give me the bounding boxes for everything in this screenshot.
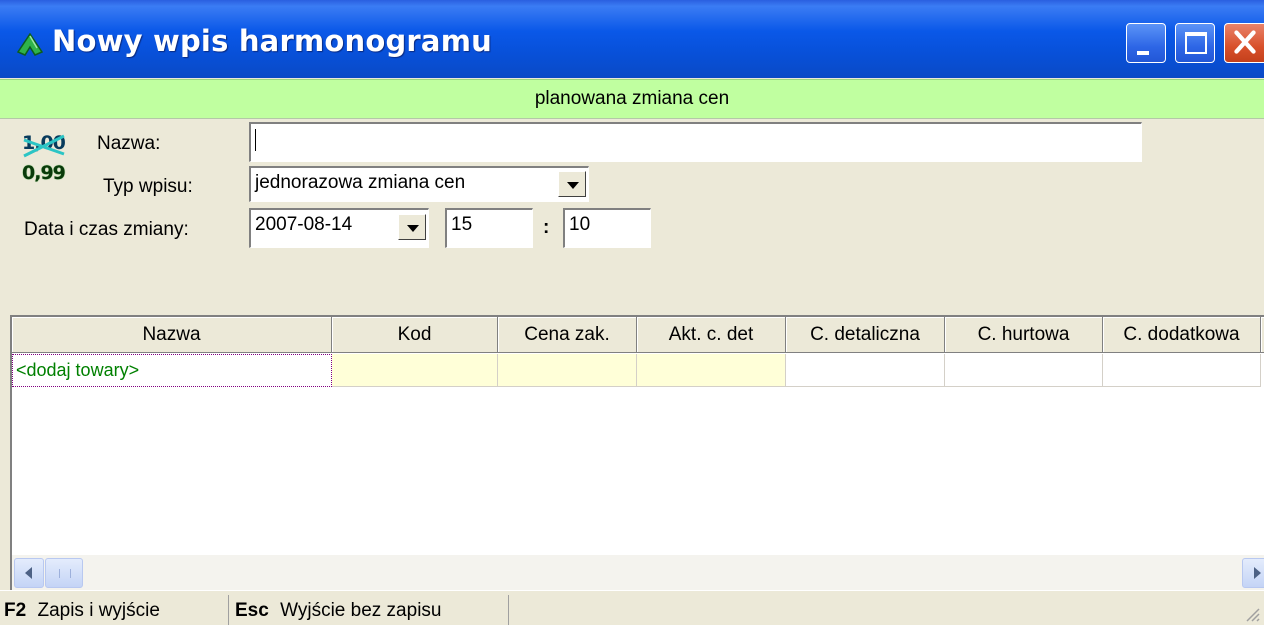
arrow-right-icon <box>1254 567 1261 579</box>
name-input[interactable] <box>249 122 1142 162</box>
date-picker[interactable]: 2007-08-14 <box>249 208 429 248</box>
exit-without-saving-shortcut[interactable]: Esc Wyjście bez zapisu <box>231 595 509 625</box>
scroll-right-button[interactable] <box>1242 558 1264 588</box>
price-change-icon: 1,00 0,99 <box>22 132 86 194</box>
add-products-cell[interactable]: <dodaj towary> <box>12 354 332 387</box>
table-cell[interactable] <box>637 354 786 387</box>
entry-type-label: Typ wpisu: <box>103 176 193 197</box>
entry-type-select[interactable]: jednorazowa zmiana cen <box>249 166 589 202</box>
column-header-purchase-price[interactable]: Cena zak. <box>498 317 637 353</box>
table-cell[interactable] <box>1103 354 1261 387</box>
green-leaf-icon <box>17 33 43 56</box>
minimize-button[interactable] <box>1126 23 1166 63</box>
minimize-icon <box>1137 51 1149 55</box>
table-cell[interactable] <box>786 354 945 387</box>
time-separator: : <box>543 217 550 238</box>
scrollbar-thumb[interactable] <box>45 558 83 588</box>
exit-without-saving-label: Wyjście bez zapisu <box>280 600 442 621</box>
column-header-current-retail-price[interactable]: Akt. c. det <box>637 317 786 353</box>
column-header-additional-price[interactable]: C. dodatkowa <box>1103 317 1261 353</box>
maximize-button[interactable] <box>1175 23 1215 63</box>
name-label: Nazwa: <box>97 133 161 154</box>
grip-lines-icon <box>59 569 71 578</box>
save-and-exit-shortcut[interactable]: F2 Zapis i wyjście <box>0 595 229 625</box>
arrow-left-icon <box>25 567 32 579</box>
esc-key: Esc <box>235 600 269 621</box>
schedule-type-banner: planowana zmiana cen <box>0 79 1264 119</box>
status-bar: F2 Zapis i wyjście Esc Wyjście bez zapis… <box>0 590 1264 625</box>
table-cell[interactable] <box>332 354 498 387</box>
column-header-retail-price[interactable]: C. detaliczna <box>786 317 945 353</box>
title-bar[interactable]: Nowy wpis harmonogramu <box>0 0 1264 78</box>
close-icon <box>1234 30 1256 54</box>
resize-grip-icon[interactable] <box>1242 604 1260 622</box>
maximize-icon <box>1185 32 1207 54</box>
column-header-name[interactable]: Nazwa <box>12 317 332 353</box>
minute-input[interactable]: 10 <box>563 208 651 248</box>
change-datetime-label: Data i czas zmiany: <box>24 219 189 240</box>
horizontal-scrollbar[interactable] <box>10 555 1264 590</box>
strike-icon <box>23 134 65 158</box>
table-cell[interactable] <box>945 354 1103 387</box>
table-cell[interactable] <box>498 354 637 387</box>
text-caret <box>255 129 256 151</box>
column-header-wholesale-price[interactable]: C. hurtowa <box>945 317 1103 353</box>
chevron-down-icon[interactable] <box>558 171 586 197</box>
products-grid[interactable]: Nazwa Kod Cena zak. Akt. c. det C. detal… <box>10 315 1264 557</box>
close-button[interactable] <box>1224 23 1264 63</box>
hour-input[interactable]: 15 <box>445 208 533 248</box>
window-title: Nowy wpis harmonogramu <box>52 24 492 58</box>
chevron-down-icon[interactable] <box>398 214 426 240</box>
scroll-left-button[interactable] <box>14 558 44 588</box>
column-header-code[interactable]: Kod <box>332 317 498 353</box>
dialog-window: Nowy wpis harmonogramu planowana zmiana … <box>0 0 1264 625</box>
f2-key: F2 <box>4 600 27 621</box>
save-and-exit-label: Zapis i wyjście <box>37 600 160 621</box>
